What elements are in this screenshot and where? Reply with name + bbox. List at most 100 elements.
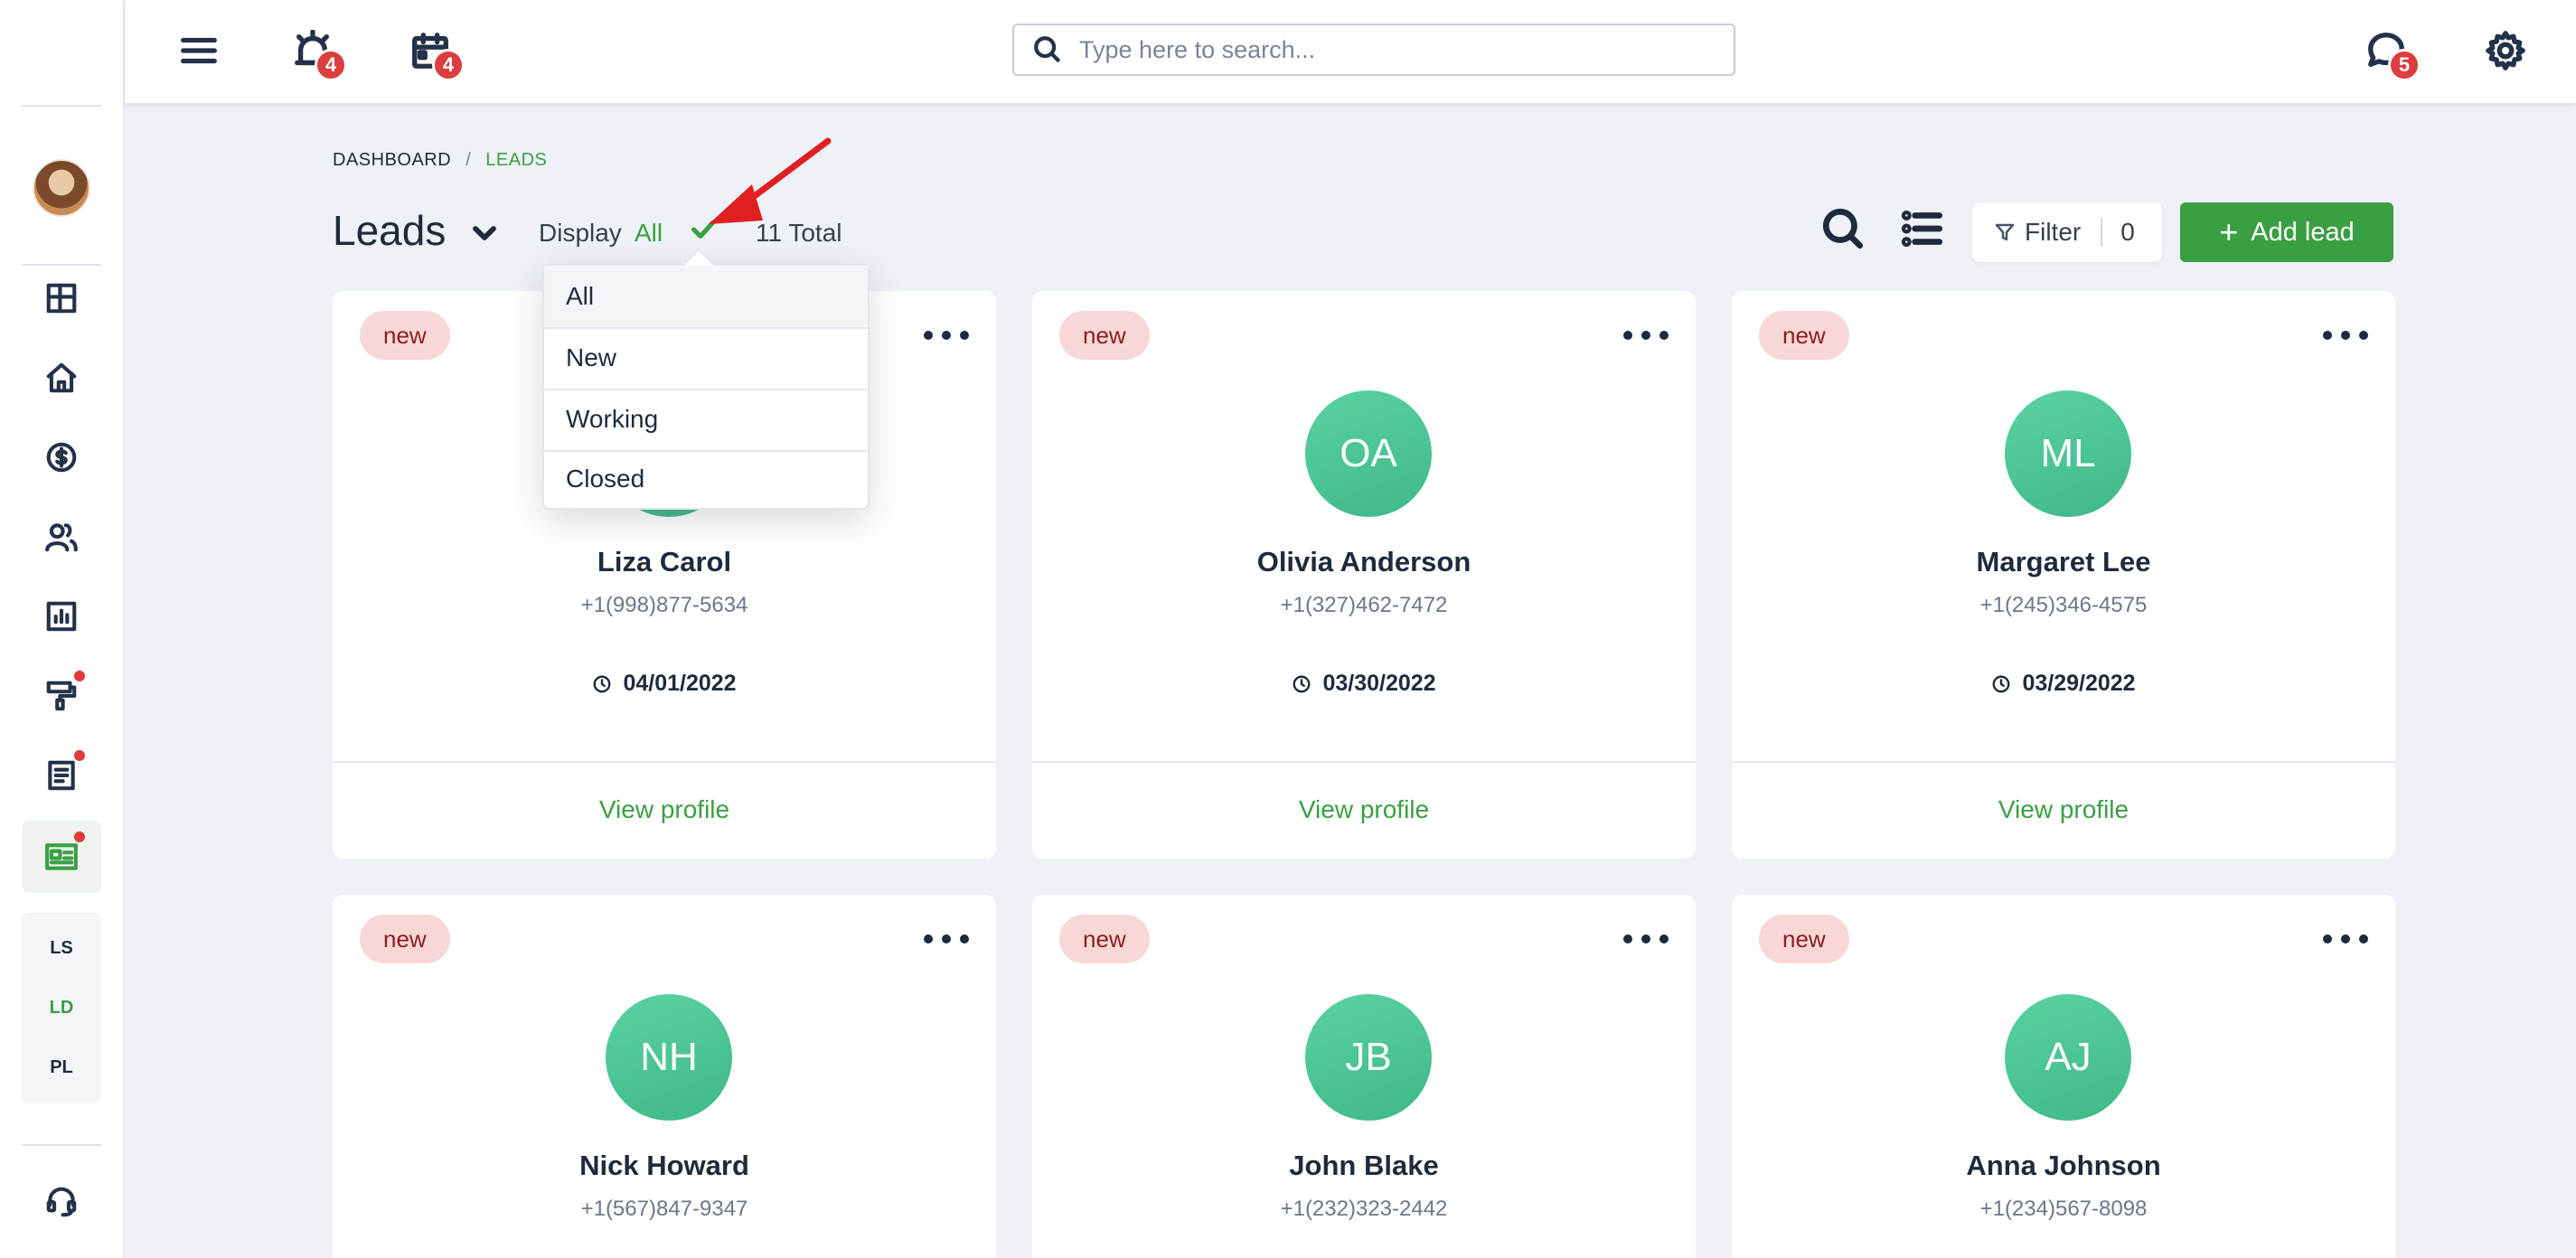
filter-funnel-icon xyxy=(1995,223,2015,241)
lead-date: 03/29/2022 xyxy=(1732,671,2395,697)
search-input[interactable] xyxy=(1079,35,1712,64)
subnav-item-ld[interactable]: LD xyxy=(22,998,101,1019)
breadcrumb: DASHBOARD / LEADS xyxy=(333,150,547,171)
status-badge: new xyxy=(1759,915,1849,963)
breadcrumb-dashboard[interactable]: DASHBOARD xyxy=(333,150,451,171)
list-view-icon[interactable] xyxy=(1900,206,1945,251)
lead-date: 03/30/2022 xyxy=(1032,671,1696,697)
avatar: JB xyxy=(1305,994,1432,1121)
clock-icon xyxy=(1992,675,2010,692)
lead-name[interactable]: Anna Johnson xyxy=(1732,1150,2395,1182)
status-badge: new xyxy=(1759,311,1849,360)
sidebar-divider xyxy=(22,264,101,266)
notification-dot xyxy=(74,831,85,842)
search-icon xyxy=(1034,36,1061,63)
topbar: 4 4 5 xyxy=(125,0,2576,105)
lead-card: new JB John Blake +1(232)323-2442 xyxy=(1032,895,1696,1258)
page-title[interactable]: Leads xyxy=(333,206,446,255)
lead-date-text: 03/30/2022 xyxy=(1322,671,1436,696)
subnav-item-pl[interactable]: PL xyxy=(22,1057,101,1078)
sidebar-item-leads[interactable] xyxy=(22,821,101,893)
alarm-badge: 4 xyxy=(315,49,347,81)
user-avatar[interactable] xyxy=(33,159,90,217)
lead-phone: +1(245)346-4575 xyxy=(1979,593,2148,617)
chevron-down-icon[interactable] xyxy=(466,215,503,251)
add-lead-label: Add lead xyxy=(2251,217,2355,247)
dropdown-option-all[interactable]: All xyxy=(544,266,868,327)
lead-name[interactable]: John Blake xyxy=(1032,1150,1696,1182)
lead-phone: +1(998)877-5634 xyxy=(580,593,748,617)
more-options-icon[interactable] xyxy=(1623,322,1669,349)
more-options-icon[interactable] xyxy=(2323,925,2368,953)
avatar: OA xyxy=(1305,390,1432,517)
lead-name[interactable]: Liza Carol xyxy=(333,546,996,578)
search-bar xyxy=(1012,23,1735,76)
users-icon[interactable] xyxy=(40,515,83,559)
lead-card: new AJ Anna Johnson +1(234)567-8098 xyxy=(1732,895,2395,1258)
sidebar-subnav: LS LD PL xyxy=(22,913,101,1103)
avatar: ML xyxy=(2005,390,2131,517)
view-profile-link[interactable]: View profile xyxy=(1032,795,1696,824)
card-divider xyxy=(1032,761,1696,763)
status-badge: new xyxy=(1059,915,1150,963)
more-options-icon[interactable] xyxy=(924,925,969,953)
avatar: AJ xyxy=(2005,994,2131,1121)
lead-card: new NH Nick Howard +1(567)847-9347 xyxy=(333,895,996,1258)
lead-card: new ML Margaret Lee +1(245)346-4575 03/2… xyxy=(1732,291,2395,859)
card-divider xyxy=(333,761,996,763)
display-label: Display xyxy=(539,219,622,247)
more-options-icon[interactable] xyxy=(1623,925,1669,953)
subnav-item-ls[interactable]: LS xyxy=(22,938,101,959)
hamburger-menu-icon[interactable] xyxy=(174,25,224,76)
sidebar-divider xyxy=(22,105,101,107)
dropdown-option-working[interactable]: Working xyxy=(544,389,868,450)
lead-name[interactable]: Margaret Lee xyxy=(1732,546,2395,578)
annotation-arrow-icon xyxy=(709,137,832,224)
clock-icon xyxy=(593,675,611,692)
search-icon[interactable] xyxy=(1820,206,1866,251)
card-divider xyxy=(1732,761,2395,763)
add-lead-button[interactable]: + Add lead xyxy=(2180,202,2393,262)
support-headset-icon[interactable] xyxy=(40,1180,83,1224)
lead-date: 04/01/2022 xyxy=(333,671,996,697)
lead-phone: +1(567)847-9347 xyxy=(580,1197,748,1221)
dropdown-option-closed[interactable]: Closed xyxy=(544,448,868,510)
lead-date-text: 04/01/2022 xyxy=(623,671,737,696)
filter-count: 0 xyxy=(2120,218,2135,246)
filter-button[interactable]: Filter 0 xyxy=(1972,202,2162,262)
more-options-icon[interactable] xyxy=(924,322,969,349)
lead-card: new OA Olivia Anderson +1(327)462-7472 0… xyxy=(1032,291,1696,859)
calendar-badge: 4 xyxy=(432,49,465,81)
status-badge: new xyxy=(360,311,450,360)
breadcrumb-leads: LEADS xyxy=(485,150,548,170)
chat-badge: 5 xyxy=(2388,49,2421,81)
lead-phone: +1(234)567-8098 xyxy=(1979,1197,2148,1221)
filter-label: Filter xyxy=(2025,218,2082,246)
dollar-icon[interactable] xyxy=(40,436,83,479)
notification-dot xyxy=(74,671,85,681)
display-filter-value[interactable]: All xyxy=(635,219,663,248)
plus-icon: + xyxy=(2219,213,2239,250)
more-options-icon[interactable] xyxy=(2323,322,2368,349)
display-dropdown-menu: All New Working Closed xyxy=(542,264,870,510)
lead-date-text: 03/29/2022 xyxy=(2022,671,2136,696)
clock-icon xyxy=(1293,675,1311,692)
dashboard-icon[interactable] xyxy=(40,277,83,320)
settings-gear-icon[interactable] xyxy=(2480,25,2531,76)
home-icon[interactable] xyxy=(40,356,83,399)
view-profile-link[interactable]: View profile xyxy=(1732,795,2395,824)
filter-divider xyxy=(2101,218,2103,247)
lead-name[interactable]: Olivia Anderson xyxy=(1032,546,1696,578)
view-profile-link[interactable]: View profile xyxy=(333,795,996,824)
status-badge: new xyxy=(360,915,450,963)
reports-icon[interactable] xyxy=(40,595,83,638)
avatar: NH xyxy=(606,994,732,1121)
sidebar-divider xyxy=(22,1144,101,1146)
sidebar: LS LD PL xyxy=(0,0,125,1258)
status-badge: new xyxy=(1059,311,1150,360)
lead-phone: +1(232)323-2442 xyxy=(1280,1197,1448,1221)
breadcrumb-separator: / xyxy=(465,150,472,170)
notification-dot xyxy=(74,750,85,761)
lead-name[interactable]: Nick Howard xyxy=(333,1150,996,1182)
dropdown-option-new[interactable]: New xyxy=(544,327,868,389)
